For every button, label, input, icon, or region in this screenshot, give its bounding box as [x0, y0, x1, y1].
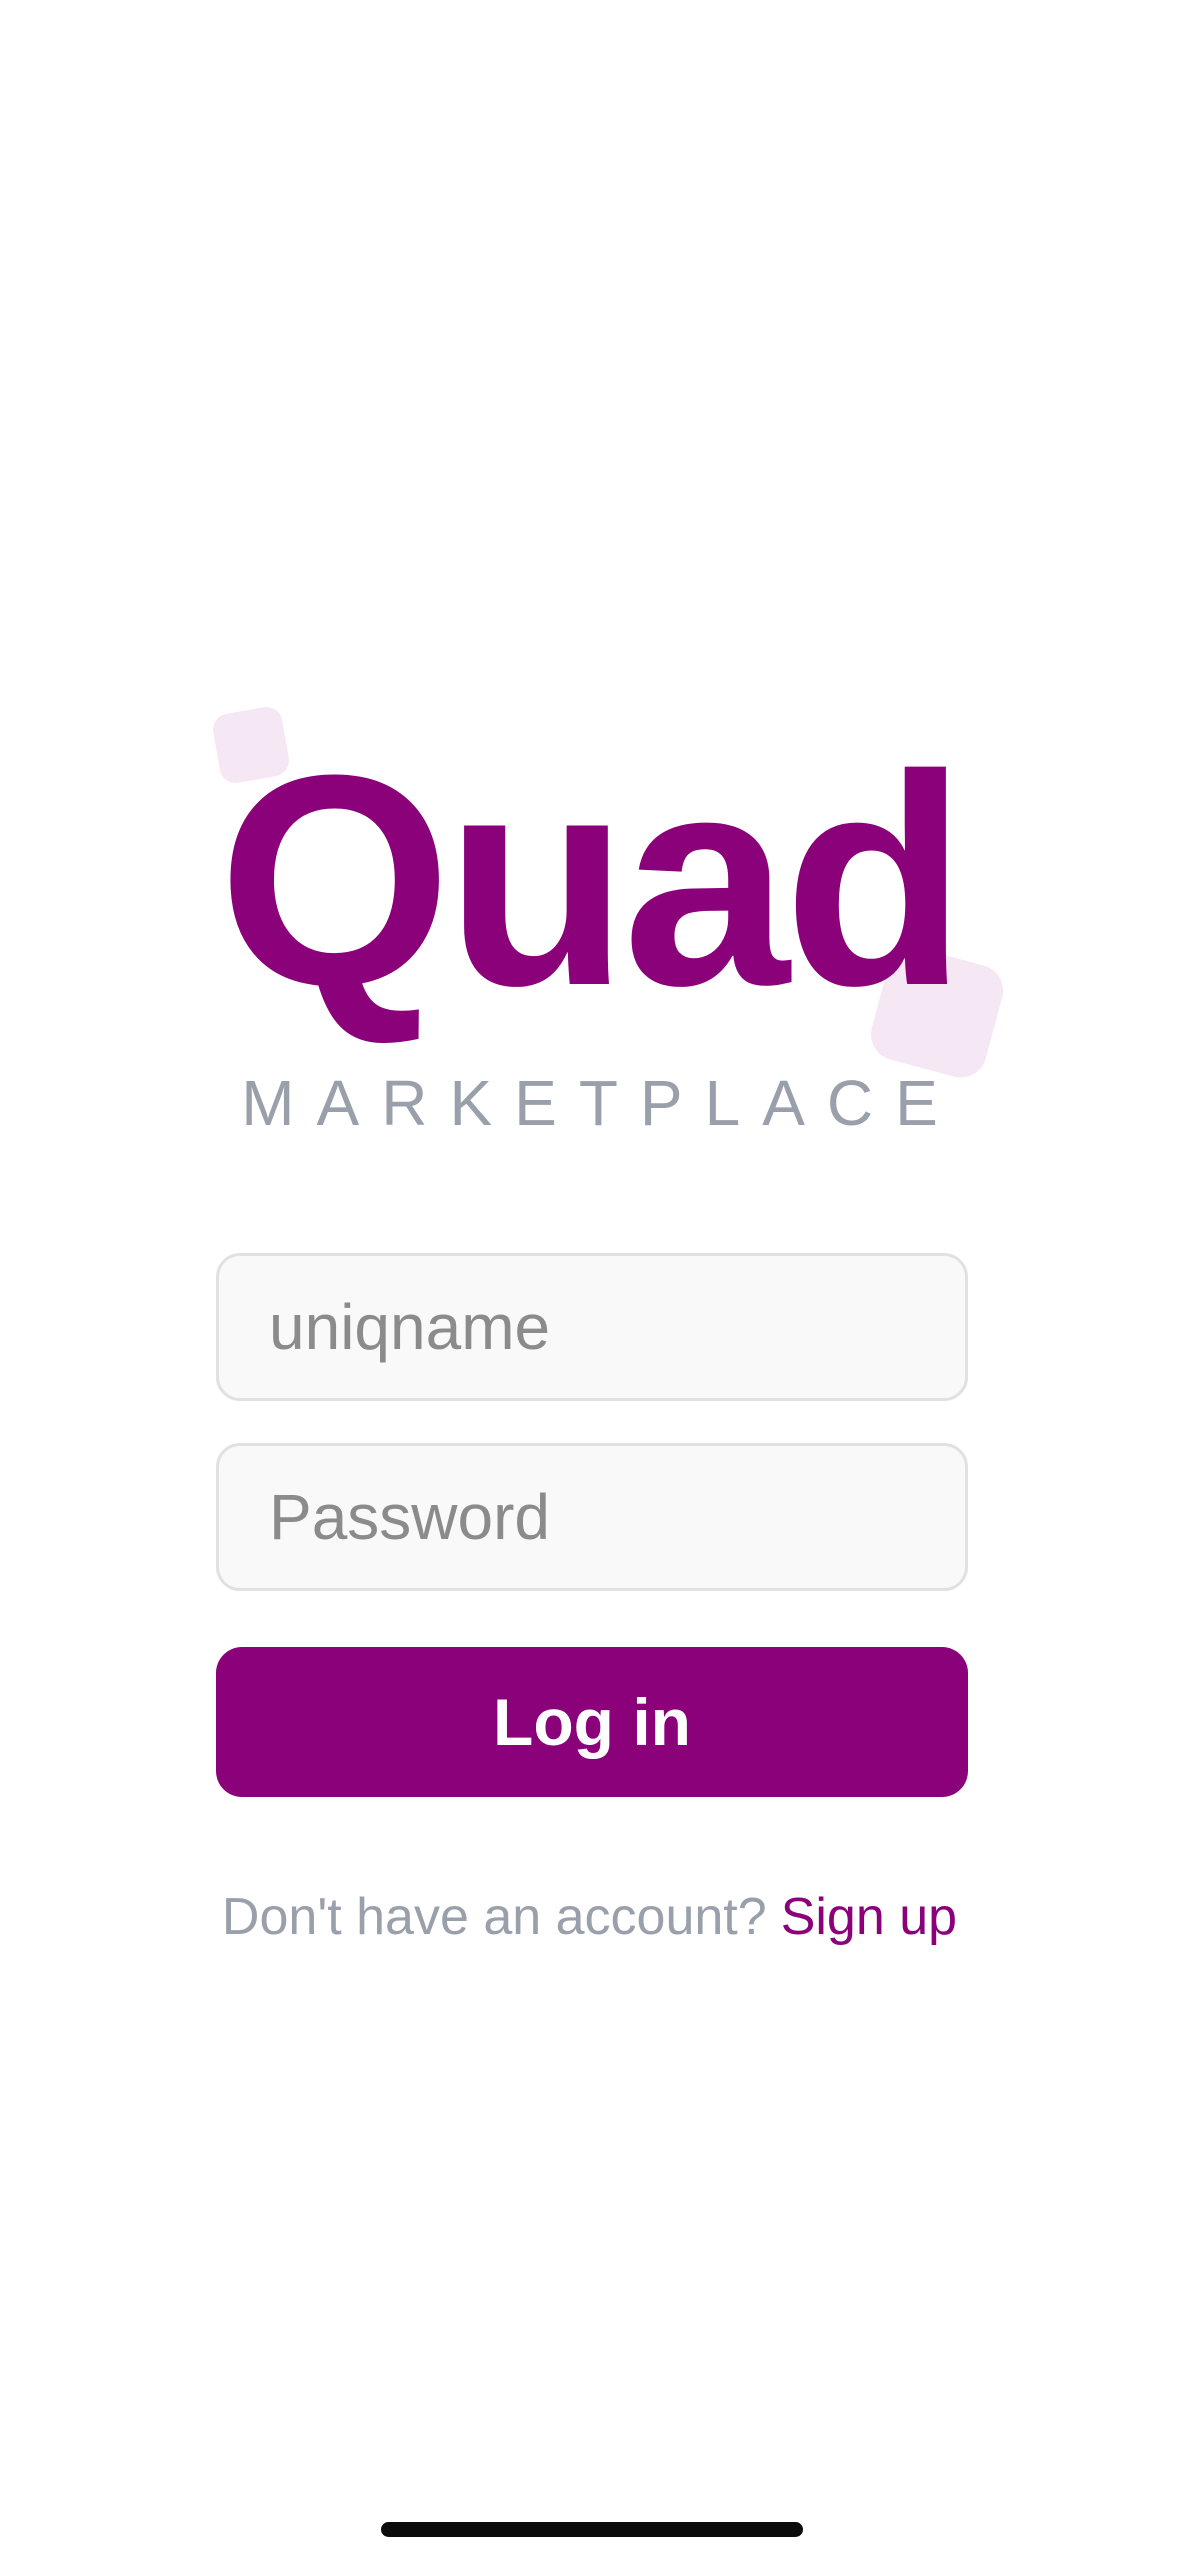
signup-prompt: Don't have an account? — [221, 1888, 767, 1946]
signup-row: Don't have an account? Sign up — [0, 1885, 1179, 1949]
login-button[interactable]: Log in — [216, 1647, 968, 1797]
brand-title: Quad — [218, 712, 967, 1048]
brand-subtitle: MARKETPLACE — [241, 1067, 960, 1139]
brand-logo: Quad MARKETPLACE — [0, 700, 1179, 1160]
password-input[interactable] — [216, 1443, 968, 1591]
home-indicator[interactable] — [381, 2522, 803, 2537]
signup-link[interactable]: Sign up — [781, 1888, 957, 1946]
username-input[interactable] — [216, 1253, 968, 1401]
